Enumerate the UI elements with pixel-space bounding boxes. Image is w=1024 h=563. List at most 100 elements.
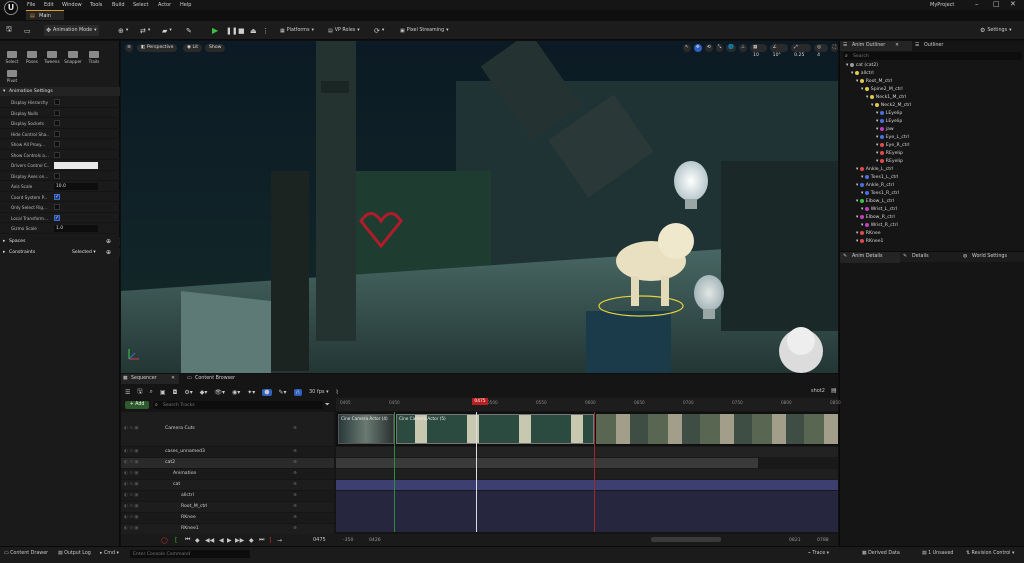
grid-snap-button[interactable]: ▦ 10 [750, 44, 767, 58]
sequencer-track[interactable]: ◐ ⊙ ▣ cases_unnamed3 ⊕ [121, 447, 334, 457]
next-key-icon[interactable]: ◆ [249, 537, 254, 544]
track-visibility-icons[interactable]: ◐ ⊙ ▣ [124, 502, 138, 512]
play-range-end[interactable]: 0821 [789, 538, 801, 543]
constraints-header[interactable]: ▸ Constraints Selected ▾ ⊕ [0, 248, 120, 257]
filter-menu-icon[interactable]: ☰ [125, 389, 130, 396]
add-key-icon[interactable]: ⊕ [293, 524, 297, 534]
trace-dropdown[interactable]: ⌁ Trace ▾ [808, 551, 829, 556]
snap-icon[interactable]: ✦▾ [247, 389, 255, 396]
add-track-button[interactable]: + Add [125, 401, 149, 409]
add-key-icon[interactable]: ⊕ [293, 480, 297, 490]
play-icon[interactable]: ▶ [227, 537, 232, 544]
play-options-button[interactable]: ⋮ [260, 25, 271, 36]
outliner-item[interactable]: ▾ Eye_R_ctrl [876, 142, 910, 150]
setting-checkbox[interactable] [54, 214, 60, 221]
outliner-item[interactable]: ▾ Neck2_M_ctrl [871, 102, 911, 110]
outliner-item[interactable]: ▾ Elbow_R_ctrl [856, 214, 895, 222]
track-visibility-icons[interactable]: ◐ ⊙ ▣ [124, 458, 138, 468]
tab-sequencer[interactable]: ▦ Sequencer ✕ [121, 374, 179, 384]
setting-checkbox[interactable] [54, 141, 60, 147]
setting-checkbox[interactable] [54, 204, 60, 210]
view-range-start[interactable]: -350 [343, 538, 353, 543]
add-key-icon[interactable]: ⊕ [293, 412, 297, 446]
spaces-header[interactable]: ▸ Spaces ⊕ [0, 237, 120, 246]
add-actor-button[interactable]: ⊕ ▾ [116, 25, 130, 36]
outliner-item[interactable]: ▾ Elbow_L_ctrl [856, 198, 894, 206]
track-visibility-icons[interactable]: ◐ ⊙ ▣ [124, 491, 138, 501]
sequencer-track[interactable]: ◐ ⊙ ▣ Root_M_ctrl ⊕ [121, 502, 334, 512]
lock-icon[interactable]: ▤ [831, 387, 837, 394]
sequencer-track[interactable]: ◐ ⊙ ▣ Animation ⊕ [121, 469, 334, 479]
sequencer-track[interactable]: ◐ ⊙ ▣ cat2 ⊕ [121, 458, 334, 468]
actions-icon[interactable]: ⚙▾ [184, 389, 192, 396]
setting-number-field[interactable]: 10.0 [54, 182, 98, 190]
cmd-dropdown[interactable]: ▸ Cmd ▾ [100, 551, 119, 556]
world-space-icon[interactable]: 🌐 [726, 44, 736, 52]
menu-help[interactable]: Help [180, 2, 191, 8]
setting-checkbox[interactable] [54, 120, 60, 126]
tab-outliner[interactable]: ☰ Outliner [912, 41, 972, 51]
tool-poses[interactable]: Poses [23, 51, 41, 64]
timeline-scrollbar[interactable] [651, 537, 721, 542]
outliner-item[interactable]: ▾ LEyelip [876, 118, 902, 126]
save-button[interactable]: 🖫 [4, 25, 14, 36]
range-end-icon[interactable]: ] [269, 537, 271, 544]
timeline-area[interactable]: Cine Camera Actor (4) Cine Camera Actor … [336, 412, 838, 532]
tab-content-browser[interactable]: ▭ Content Browser [185, 374, 247, 384]
outliner-item[interactable]: ▾ cat (cat2) [846, 62, 878, 70]
setting-checkbox[interactable] [54, 130, 60, 137]
menu-edit[interactable]: Edit [44, 2, 54, 8]
setting-color-swatch[interactable] [54, 161, 98, 169]
save-icon[interactable]: 🖫 [137, 387, 142, 397]
record-icon[interactable]: ◯ [161, 537, 168, 544]
tool-trails[interactable]: Trails [85, 51, 103, 64]
lit-dropdown[interactable]: ◉ Lit [183, 44, 203, 52]
outliner-item[interactable]: ▾ REyelip [876, 158, 903, 166]
menu-file[interactable]: File [27, 2, 35, 8]
outliner-item[interactable]: ▾ Spine2_M_ctrl [861, 86, 903, 94]
outliner-item[interactable]: ▾ Toes1_R_ctrl [861, 190, 899, 198]
add-key-icon[interactable]: ⊕ [293, 458, 297, 468]
eject-button[interactable]: ⏏ [248, 25, 259, 36]
step-back-icon[interactable]: ◀◀ [205, 537, 214, 544]
outliner-item[interactable]: ▾ LEyelip [876, 110, 902, 118]
minimize-icon[interactable]: – [975, 0, 979, 8]
curve-icon[interactable]: ✎▾ [279, 389, 287, 396]
tool-snapper[interactable]: Snapper [64, 51, 82, 64]
add-key-icon[interactable]: ⊕ [293, 469, 297, 479]
maximize-viewport-icon[interactable]: ⛶ [830, 44, 838, 52]
close-tab-icon[interactable]: ✕ [895, 41, 899, 51]
outliner-item[interactable]: ▾ allctrl [851, 70, 874, 78]
time-ruler[interactable]: 0405 0450 0500 0550 0600 0650 0700 0750 0800 0850 [336, 398, 841, 411]
rotation-snap-button[interactable]: ∠ 10° [769, 44, 789, 58]
menu-tools[interactable]: Tools [90, 2, 102, 8]
playhead-line[interactable] [476, 412, 477, 532]
output-log-button[interactable]: ▤ Output Log [58, 551, 91, 556]
outliner-item[interactable]: ▾ RKnee1 [856, 238, 883, 246]
translate-icon[interactable]: ✥ [693, 44, 702, 52]
outliner-search-input[interactable]: ⌕ Search [843, 52, 1022, 60]
sequencer-track[interactable]: ◐ ⊙ ▣ cat ⊕ [121, 480, 334, 490]
revision-control-button[interactable]: ⇅ Revision Control ▾ [966, 551, 1014, 556]
animation-settings-header[interactable]: ▾ Animation Settings [0, 87, 120, 96]
cinematics-button[interactable]: ▰ ▾ [160, 25, 174, 36]
sequencer-track[interactable]: ◐ ⊙ ▣ allctrl ⊕ [121, 491, 334, 501]
menu-actor[interactable]: Actor [158, 2, 171, 8]
mode-dropdown[interactable]: ✥ Animation Mode ▾ [44, 25, 99, 36]
tool-pivot[interactable]: Pivot [3, 70, 21, 83]
find-icon[interactable]: ⌕ [150, 388, 153, 396]
light-bulb-icon[interactable] [674, 161, 708, 201]
setting-checkbox[interactable] [54, 151, 60, 158]
camera-clip-6[interactable] [596, 414, 838, 444]
auto-key-icon[interactable]: ⬢ [262, 388, 272, 396]
console-command-input[interactable]: Enter Console Command [130, 550, 250, 558]
range-start-icon[interactable]: [ [175, 537, 177, 544]
setting-checkbox[interactable] [54, 193, 60, 200]
maximize-icon[interactable]: □ [993, 0, 1000, 8]
track-visibility-icons[interactable]: ◐ ⊙ ▣ [124, 480, 138, 490]
track-visibility-icons[interactable]: ◐ ⊙ ▣ [124, 513, 138, 523]
view-icon[interactable]: 👁▾ [214, 389, 225, 396]
tool-select[interactable]: Select [3, 51, 21, 64]
track-search-input[interactable]: ⌕ Search Tracks [153, 401, 323, 409]
curve-editor-icon[interactable]: ⌇ [336, 389, 339, 396]
